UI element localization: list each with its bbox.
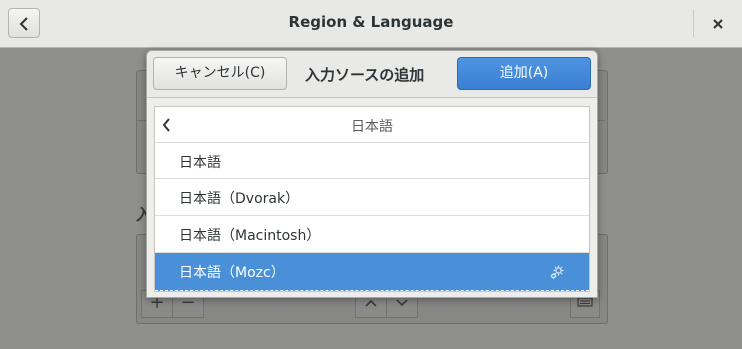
- add-button[interactable]: 追加(A): [457, 57, 591, 90]
- add-input-source-dialog: キャンセル(C) 入力ソースの追加 追加(A) 日本語 日本語 日本語（Dvor…: [146, 50, 598, 298]
- list-item[interactable]: 日本語（Macintosh）: [155, 216, 589, 253]
- window-title: Region & Language: [288, 13, 454, 31]
- list-item-label: 日本語（Dvorak）: [179, 191, 300, 207]
- close-icon: [713, 19, 723, 29]
- list-item[interactable]: 日本語: [155, 143, 589, 179]
- dialog-header: キャンセル(C) 入力ソースの追加 追加(A): [147, 51, 597, 98]
- dialog-title: 入力ソースの追加: [305, 66, 425, 84]
- list-item-label: 日本語（Macintosh）: [179, 228, 321, 244]
- chevron-down-icon: [396, 299, 408, 307]
- settings-window: 入 + − Region & Language キャンセル(C) 入力ソースの追…: [0, 0, 742, 349]
- input-source-list: 日本語 日本語 日本語（Dvorak） 日本語（Macintosh） 日本語（M…: [154, 106, 590, 292]
- titlebar: Region & Language: [0, 0, 742, 48]
- gear-icon[interactable]: [549, 264, 565, 280]
- list-back-row[interactable]: 日本語: [155, 107, 589, 143]
- list-header-label: 日本語: [351, 119, 393, 135]
- list-item[interactable]: 日本語（Dvorak）: [155, 179, 589, 216]
- list-item-label: 日本語（Mozc）: [179, 265, 285, 281]
- list-item-label: 日本語: [179, 155, 221, 171]
- cancel-button[interactable]: キャンセル(C): [153, 57, 287, 90]
- close-button[interactable]: [704, 11, 732, 37]
- titlebar-separator: [693, 10, 694, 37]
- list-item-selected[interactable]: 日本語（Mozc）: [155, 253, 589, 291]
- chevron-up-icon: [365, 299, 377, 307]
